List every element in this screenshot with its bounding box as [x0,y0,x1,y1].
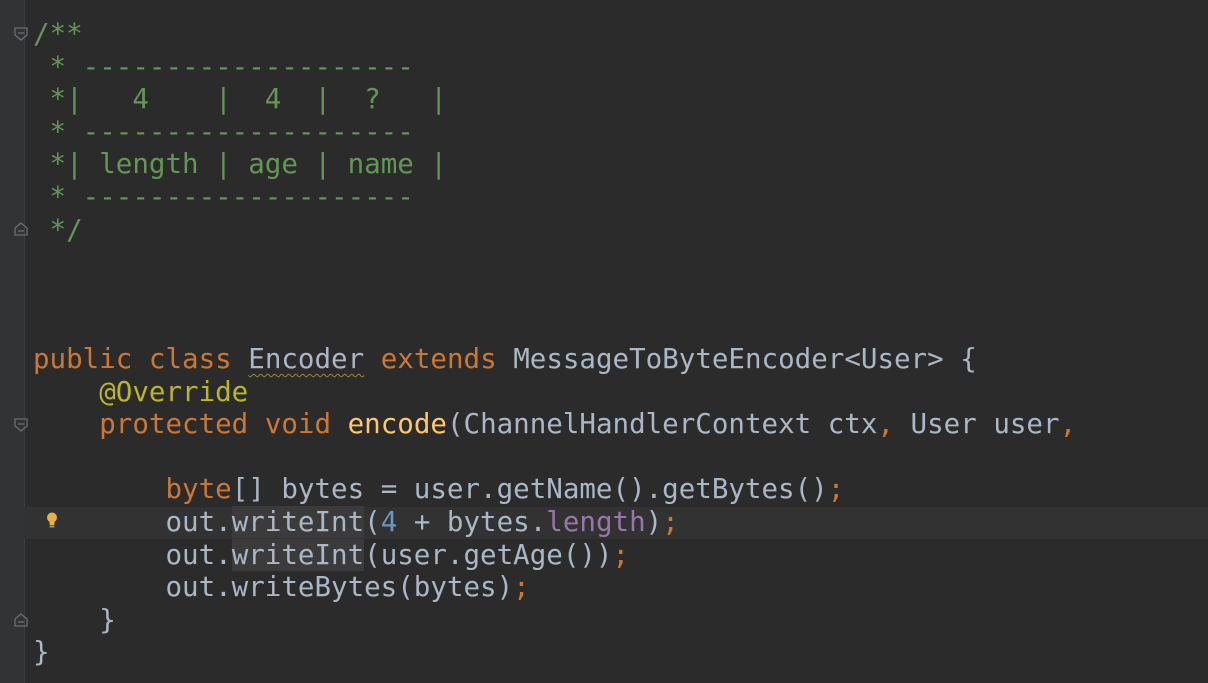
method-name[interactable]: encode [348,408,447,440]
keyword-class: class [148,343,232,375]
write-bytes-call: out.writeBytes(bytes) [165,571,514,604]
superclass-name[interactable]: MessageToByteEncoder<User> [513,343,943,375]
override-annotation: @Override [99,375,249,408]
paren-close: ) [645,505,663,538]
semicolon: ; [612,538,630,571]
editor-gutter[interactable] [0,0,25,683]
get-age-call: (user.getAge()) [364,538,613,571]
class-code[interactable]: public class Encoder extends MessageToBy… [33,343,1076,669]
class-close-brace: } [33,636,50,669]
param-comma: , [877,408,894,441]
length-field: length [546,505,646,538]
write-int-call[interactable]: writeInt [231,505,365,538]
param-comma: , [1059,408,1077,441]
semicolon: ; [827,473,845,506]
comment-star: * [33,83,67,116]
keyword-void: void [264,408,332,441]
semicolon: ; [513,571,530,604]
method-params: (ChannelHandlerContext ctx [446,408,878,441]
out-ref: out. [165,538,232,571]
write-int-call[interactable]: writeInt [231,538,365,571]
comment-table-sizes: | 4 | 4 | ? | [66,83,447,116]
method-close-brace: } [99,603,116,636]
plus-bytes: + bytes. [397,505,547,538]
out-ref: out. [165,505,232,538]
paren-open: ( [364,505,381,538]
class-open-brace: { [943,343,977,375]
comment-table-fields: | length | age | name | [66,148,447,181]
keyword-byte: byte [165,473,232,506]
comment-star: * [33,148,67,181]
comment-open: /** [33,18,83,50]
comment-rule: * -------------------- [33,115,414,148]
number-literal: 4 [380,505,398,538]
doc-comment[interactable]: /** * -------------------- *| 4 | 4 | ? … [33,18,447,246]
semicolon: ; [662,505,679,538]
keyword-protected: protected [99,408,249,441]
comment-rule: * -------------------- [33,50,414,83]
comment-rule: * -------------------- [33,180,414,213]
bytes-assignment: [] bytes = user.getName().getBytes() [231,473,828,506]
method-params-user: User user [893,408,1060,441]
fold-marker-icon[interactable] [14,27,28,41]
code-editor[interactable]: /** * -------------------- *| 4 | 4 | ? … [0,0,1208,683]
fold-marker-icon[interactable] [14,613,28,627]
fold-marker-icon[interactable] [14,418,28,432]
class-name[interactable]: Encoder [248,343,364,375]
fold-marker-icon[interactable] [14,222,28,236]
comment-close: */ [33,213,83,246]
keyword-public: public [33,343,133,375]
keyword-extends: extends [380,343,497,375]
